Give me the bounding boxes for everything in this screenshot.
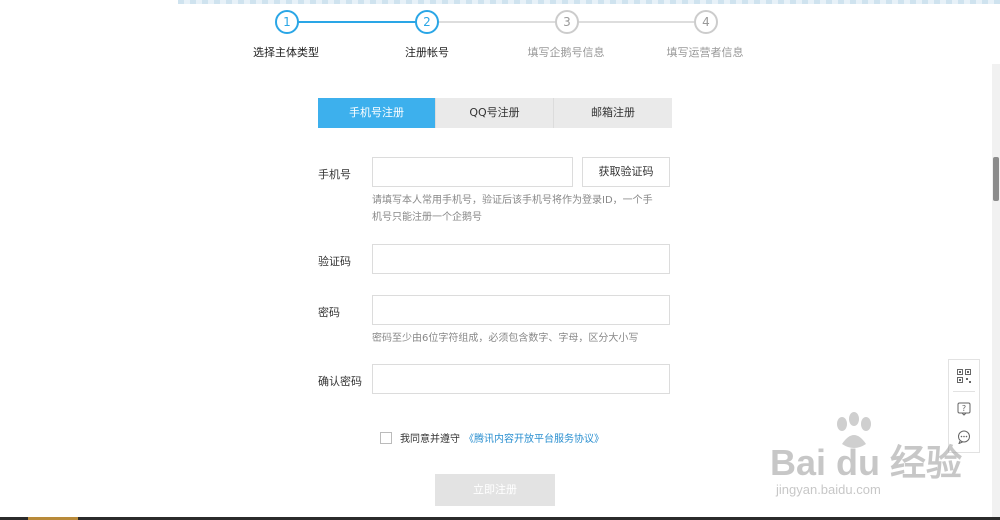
agree-checkbox[interactable] bbox=[380, 431, 392, 444]
phone-hint-line1: 请填写本人常用手机号，验证后该手机号将作为登录ID，一个手 bbox=[372, 195, 653, 206]
password-label: 密码 bbox=[318, 306, 340, 319]
toolbar-divider bbox=[953, 391, 975, 392]
phone-hint-line2: 机号只能注册一个企鹅号 bbox=[372, 212, 482, 223]
phone-input[interactable] bbox=[372, 157, 573, 187]
agreement-row: 我同意并遵守 《腾讯内容开放平台服务协议》 bbox=[380, 430, 604, 445]
confirm-password-input[interactable] bbox=[372, 364, 670, 394]
password-hint: 密码至少由6位字符组成，必须包含数字、字母，区分大小写 bbox=[372, 333, 639, 344]
agree-text: 我同意并遵守 bbox=[400, 434, 460, 445]
step-1-circle: 1 bbox=[275, 10, 299, 34]
step-4-label: 填写运营者信息 bbox=[666, 46, 744, 59]
step-connector-3 bbox=[578, 21, 694, 23]
baidu-watermark: Bai du 经验 jingyan.baidu.com bbox=[770, 410, 980, 510]
scrollbar-thumb[interactable] bbox=[993, 157, 999, 201]
step-1-label: 选择主体类型 bbox=[253, 46, 319, 59]
step-2-circle: 2 bbox=[415, 10, 439, 34]
register-method-tabs: 手机号注册 QQ号注册 邮箱注册 bbox=[318, 98, 672, 128]
step-connector-1 bbox=[298, 21, 416, 23]
phone-label: 手机号 bbox=[318, 168, 351, 181]
confirm-password-label: 确认密码 bbox=[318, 375, 362, 388]
register-submit-button[interactable]: 立即注册 bbox=[435, 474, 555, 506]
tab-phone-register[interactable]: 手机号注册 bbox=[318, 98, 436, 128]
watermark-sub: jingyan.baidu.com bbox=[776, 482, 881, 497]
get-code-button[interactable]: 获取验证码 bbox=[582, 157, 670, 187]
qrcode-icon[interactable] bbox=[957, 369, 971, 383]
agreement-link[interactable]: 《腾讯内容开放平台服务协议》 bbox=[464, 430, 604, 445]
step-3-label: 填写企鹅号信息 bbox=[527, 46, 605, 59]
code-label: 验证码 bbox=[318, 255, 351, 268]
password-input[interactable] bbox=[372, 295, 670, 325]
step-3-circle: 3 bbox=[555, 10, 579, 34]
code-input[interactable] bbox=[372, 244, 670, 274]
tab-qq-register[interactable]: QQ号注册 bbox=[436, 98, 554, 128]
page-scrollbar[interactable] bbox=[992, 64, 1000, 520]
watermark-main: Bai du 经验 bbox=[770, 442, 963, 483]
progress-stepper: 1 2 3 4 选择主体类型 注册帐号 填写企鹅号信息 填写运营者信息 bbox=[0, 0, 1000, 70]
tab-email-register[interactable]: 邮箱注册 bbox=[554, 98, 672, 128]
step-connector-2 bbox=[438, 21, 556, 23]
step-2-label: 注册帐号 bbox=[405, 46, 449, 59]
step-4-circle: 4 bbox=[694, 10, 718, 34]
